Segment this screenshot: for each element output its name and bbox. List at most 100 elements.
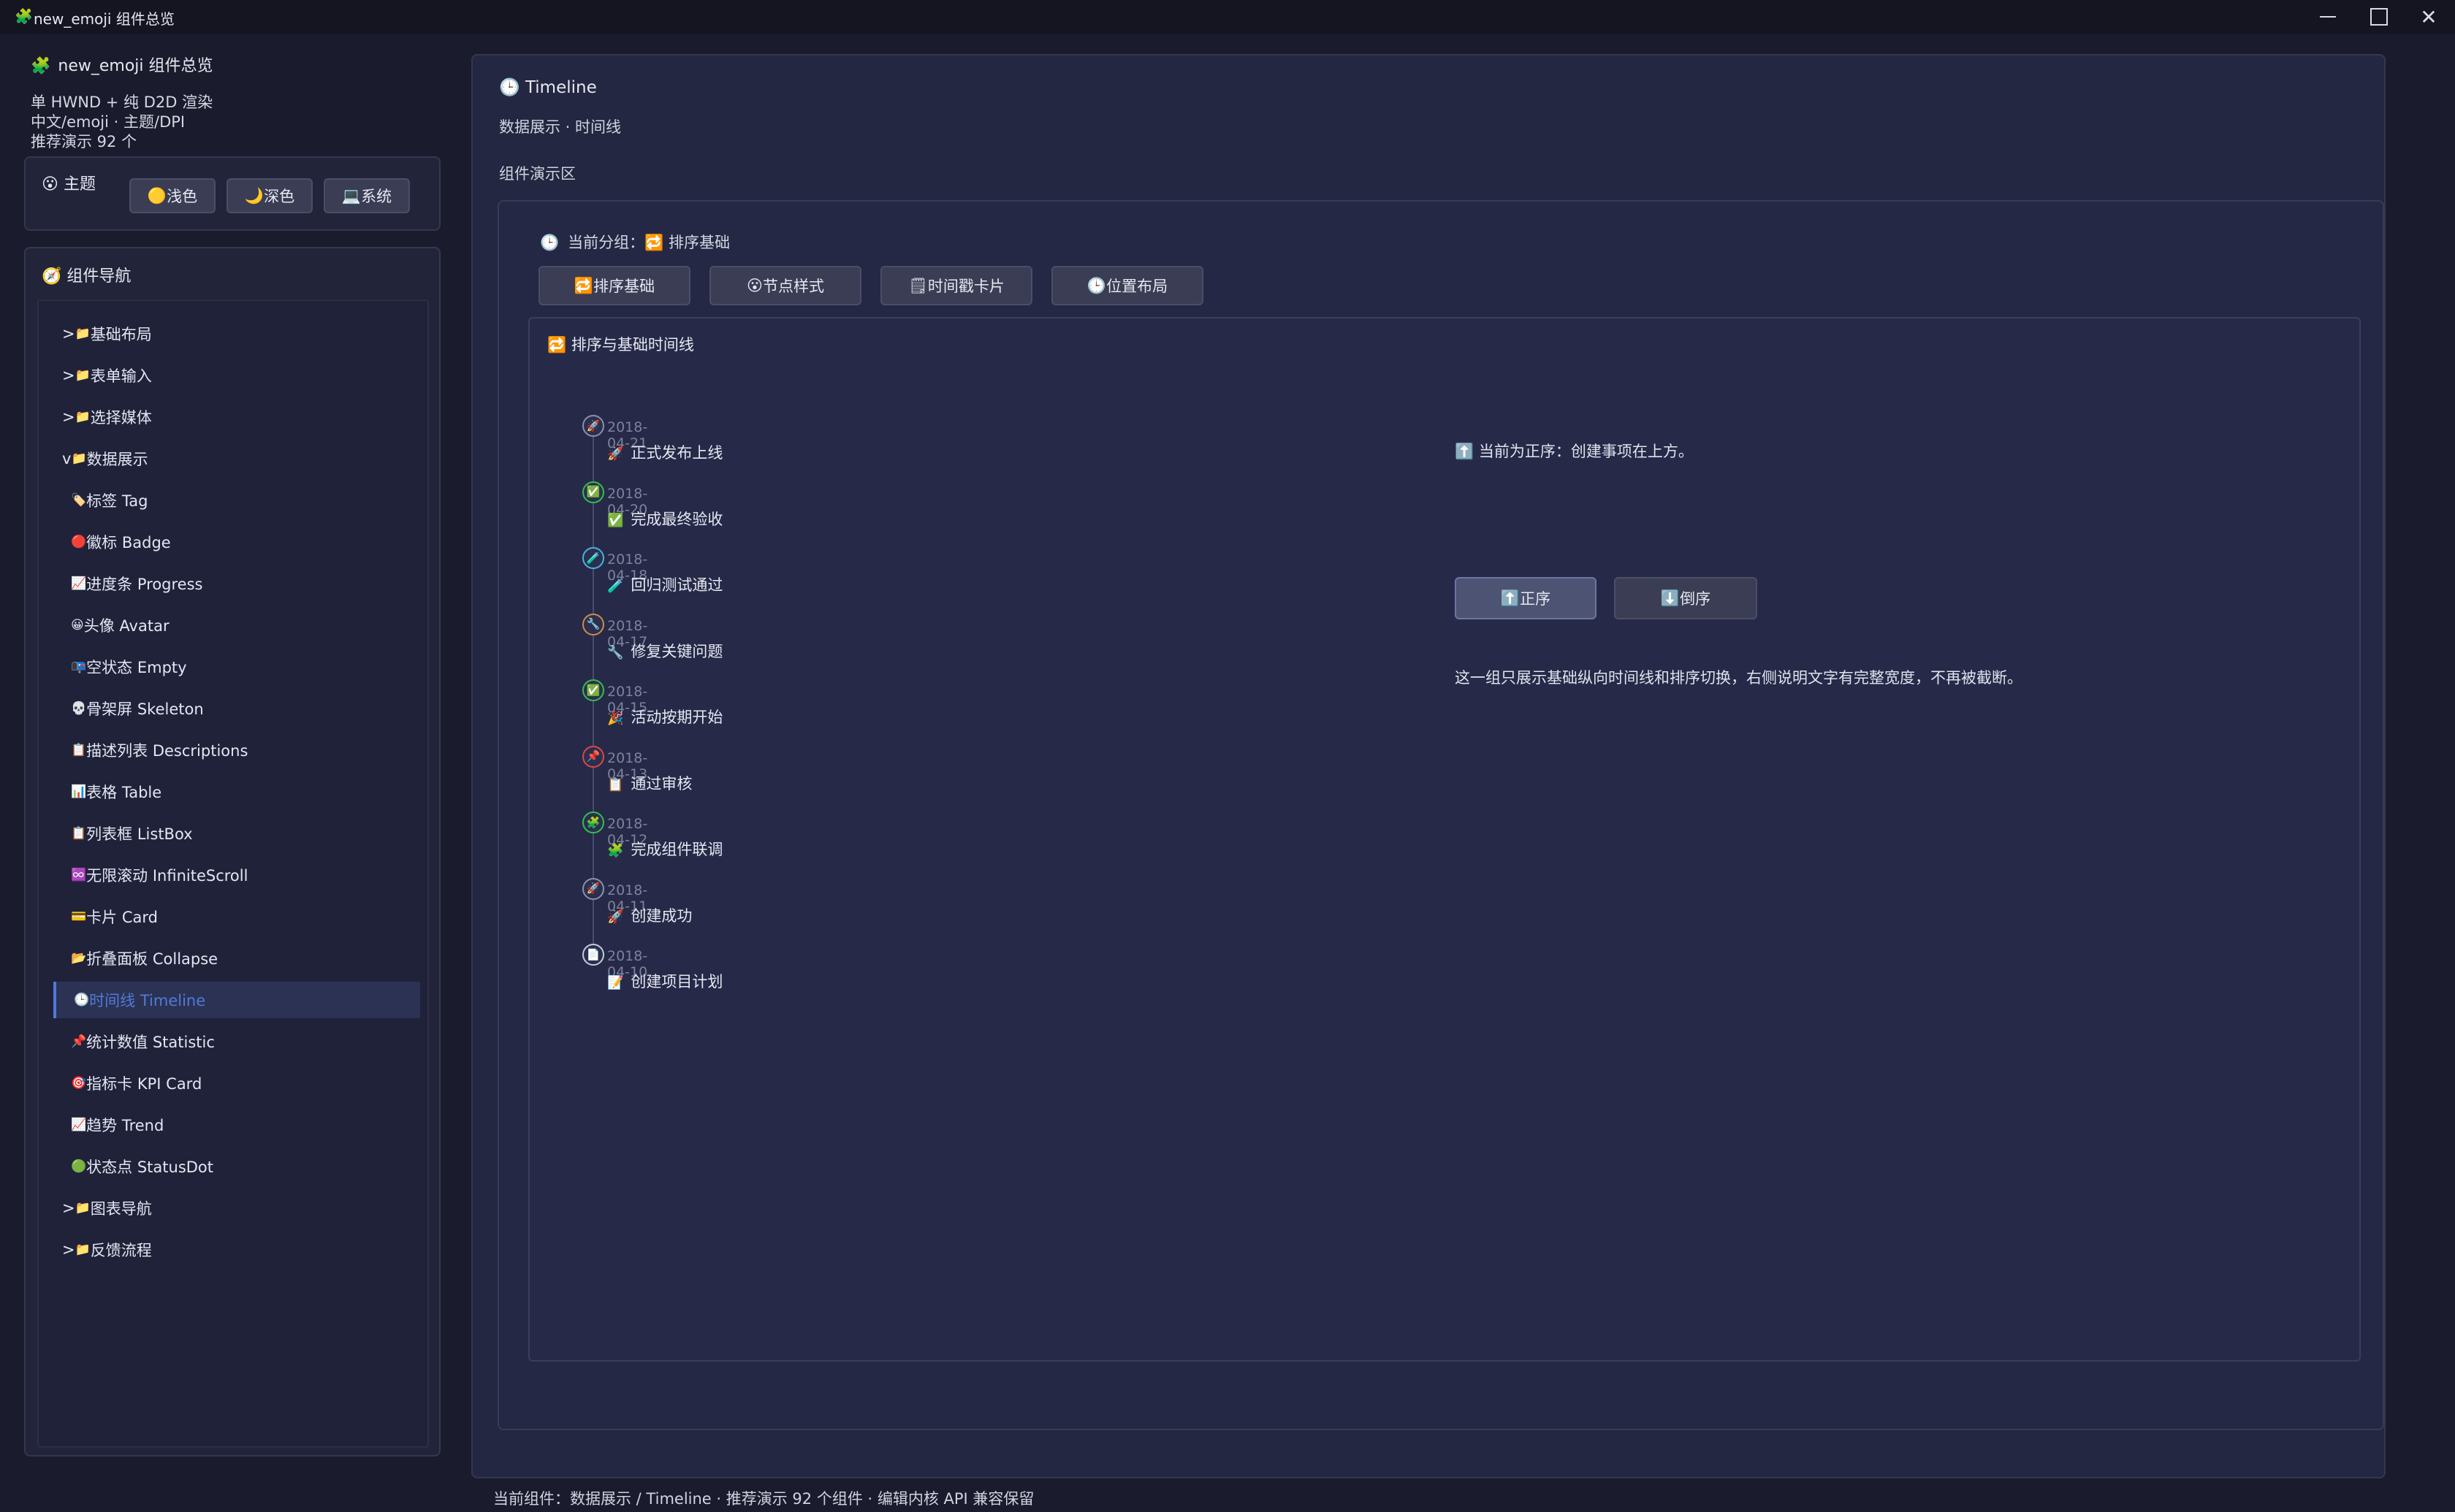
sidebar-item[interactable]: 📭 空状态 Empty [53,649,420,685]
event-icon: 🔧 [607,644,624,660]
status-bar: 当前组件：数据展示 / Timeline · 推荐演示 92 个组件 · 编辑内… [493,1490,1035,1508]
system-theme-button[interactable]: 💻 系统 [324,178,410,213]
timeline-item: ✅ 完成最终验收 [607,508,723,530]
event-icon: 🎉 [607,711,624,726]
component-icon: 📋 [71,743,87,757]
light-theme-icon: 🟡 [147,186,167,205]
group-value: 排序基础 [669,234,730,251]
sidebar-item[interactable]: 💀 骨架屏 Skeleton [53,690,420,727]
sidebar-item[interactable]: 📂 折叠面板 Collapse [53,940,420,977]
light-theme-button[interactable]: 🟡 浅色 [129,178,216,213]
descending-button[interactable]: ⬇️ 倒序 [1614,577,1757,619]
sidebar-item[interactable]: > 📁 反馈流程 [53,1232,420,1268]
timeline-item-text: 活动按期开始 [631,709,723,726]
sidebar-item[interactable]: 🔴 徽标 Badge [53,524,420,560]
timeline-item: 🚀 创建成功 [607,904,692,926]
timeline-item-text: 创建成功 [631,906,693,925]
order-note: ⬆️ 当前为正序：创建事项在上方。 [1455,440,1694,462]
component-icon: 📂 [71,951,87,966]
event-icon: 🚀 [607,909,624,925]
sidebar-item[interactable]: v 📁 数据展示 [53,440,420,477]
timeline-connector [593,569,594,614]
timeline-node-icon: 🔧 [582,613,604,635]
component-icon: 🏷️ [71,493,87,508]
window-title: new_emoji 组件总览 [34,10,175,28]
tab-sort-basic[interactable]: 🔁 排序基础 [538,266,690,305]
sidebar-item[interactable]: > 📁 基础布局 [53,316,420,352]
sidebar-item-label: 趋势 Trend [86,1117,164,1134]
component-icon: ♾️ [71,868,87,882]
card-icon: 🗒 [908,276,928,294]
face-icon: 😮 [747,277,763,294]
sidebar-item[interactable]: 📈 进度条 Progress [53,565,420,602]
clock-icon: 🕒 [1086,276,1107,294]
sidebar-item[interactable]: 📋 描述列表 Descriptions [53,732,420,768]
timeline-item-text: 通过审核 [631,774,693,793]
info-line: 中文/emoji · 主题/DPI [31,113,186,131]
sidebar-item[interactable]: 🟢 状态点 StatusDot [53,1148,420,1185]
timeline-panel-title-text: 排序与基础时间线 [571,336,694,354]
nav-panel: 🧭 组件导航 > 📁 基础布局 > 📁 表单输入 > 📁 选择媒体 v 📁 数据展示 🏷️ 标签 Tag 🔴… [24,247,441,1456]
main-panel: 🕒 Timeline 数据展示 · 时间线 组件演示区 🕒 当前分组：🔁 排序基础… [471,54,2386,1478]
component-icon: 📈 [71,1118,87,1132]
sidebar-item-label: 无限滚动 InfiniteScroll [86,867,248,885]
timeline-connector [593,635,594,679]
timeline-node-icon: 📌 [582,745,604,768]
sidebar-item[interactable]: 📈 趋势 Trend [53,1107,420,1143]
compass-icon: 🧭 [42,267,62,286]
event-icon: 🧩 [607,843,624,858]
sidebar-item[interactable]: 🏷️ 标签 Tag [53,482,420,519]
timeline-node-icon: ✅ [582,481,604,503]
tab-label: 时间戳卡片 [927,278,1005,295]
dark-theme-button[interactable]: 🌙 深色 [227,178,313,213]
folder-icon: 📁 [75,1201,91,1215]
sidebar-item[interactable]: 😀 头像 Avatar [53,607,420,644]
sidebar-item[interactable]: > 📁 图表导航 [53,1190,420,1226]
ascending-button[interactable]: ⬆️ 正序 [1455,577,1596,619]
nav-title: 🧭 组件导航 [42,263,131,286]
sidebar-item-label: 统计数值 Statistic [86,1034,215,1051]
sidebar-item-label: 数据展示 [86,451,148,468]
sidebar-item[interactable]: 📋 列表框 ListBox [53,815,420,852]
sidebar-item[interactable]: 🕒 时间线 Timeline [53,982,420,1018]
sidebar-item-label: 状态点 StatusDot [86,1158,214,1176]
sidebar-item-label: 列表框 ListBox [86,825,193,843]
timeline-item: 🔧 修复关键问题 [607,640,723,662]
maximize-button[interactable] [2354,0,2404,34]
close-button[interactable]: ✕ [2404,0,2454,34]
theme-title: 😮 主题 [42,171,96,194]
sidebar-item[interactable]: 📊 表格 Table [53,774,420,810]
up-arrow-icon: ⬆️ [1455,443,1474,460]
laptop-icon: 💻 [341,186,362,205]
sidebar-item[interactable]: 💳 卡片 Card [53,898,420,935]
sidebar-item-label: 标签 Tag [86,492,148,510]
repeat-icon: 🔁 [644,234,664,251]
sidebar-item[interactable]: ♾️ 无限滚动 InfiniteScroll [53,857,420,893]
sidebar-item-label: 折叠面板 Collapse [86,950,218,968]
page-title: 🕒 Timeline [499,77,597,97]
minimize-button[interactable] [2303,0,2353,34]
tab-label: 排序基础 [593,278,655,295]
timeline-panel-title: 🔁 排序与基础时间线 [547,333,694,355]
collapsed-chevron-icon: > [62,367,75,384]
sidebar-item[interactable]: > 📁 选择媒体 [53,399,420,435]
moon-icon: 🌙 [244,186,264,205]
timeline-item: 🧪 回归测试通过 [607,573,723,595]
tab-position-layout[interactable]: 🕒 位置布局 [1051,266,1203,305]
tab-node-style[interactable]: 😮 节点样式 [709,266,861,305]
timeline-node-icon: 🧪 [582,547,604,569]
maximize-icon [2370,8,2388,26]
timeline-item: 📝 创建项目计划 [607,970,723,992]
tab-timestamp-card[interactable]: 🗒 时间戳卡片 [880,266,1032,305]
clock-icon: 🕒 [499,78,520,97]
timeline-connector [593,899,594,944]
component-icon: 🕒 [74,993,90,1007]
collapsed-chevron-icon: > [62,1199,75,1217]
breadcrumb: 数据展示 · 时间线 [499,118,622,136]
sidebar-item[interactable]: 🎯 指标卡 KPI Card [53,1065,420,1101]
theme-face-icon: 😮 [42,175,58,194]
sidebar-item[interactable]: 📌 统计数值 Statistic [53,1023,420,1060]
sidebar-item[interactable]: > 📁 表单输入 [53,357,420,394]
timeline-item-text: 创建项目计划 [631,973,723,990]
nav-tree[interactable]: > 📁 基础布局 > 📁 表单输入 > 📁 选择媒体 v 📁 数据展示 🏷️ 标签 Tag 🔴 徽标 Badg… [37,299,429,1448]
